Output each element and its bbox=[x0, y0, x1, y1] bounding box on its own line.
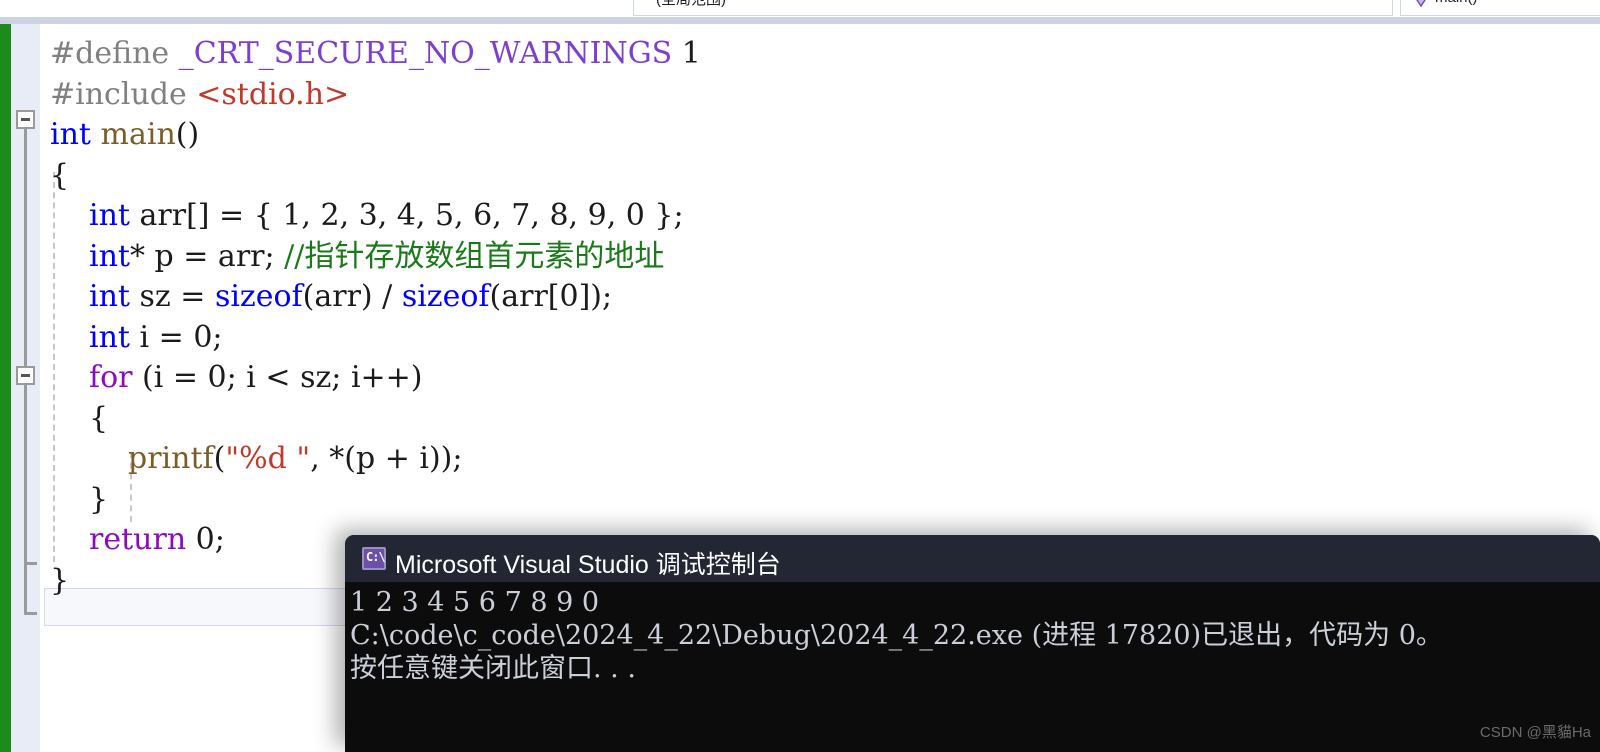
console-title-bar[interactable]: C:\ Microsoft Visual Studio 调试控制台 bbox=[345, 535, 1600, 582]
code-token: } bbox=[50, 562, 70, 598]
code-token: int bbox=[89, 319, 130, 355]
code-token: int bbox=[50, 117, 91, 152]
code-line: printf("%d ", *(p + i)); bbox=[128, 439, 463, 479]
code-line: int main() bbox=[50, 115, 199, 155]
code-token: <stdio.h> bbox=[196, 76, 350, 112]
scope-dropdown-label: (全局范围) bbox=[656, 0, 726, 9]
code-token: ( bbox=[213, 441, 226, 476]
code-line: { bbox=[50, 156, 69, 196]
member-dropdown-label: main() bbox=[1435, 0, 1478, 6]
collapse-toggle-for[interactable] bbox=[16, 366, 35, 385]
code-token: arr[] = { 1, 2, 3, 4, 5, 6, 7, 8, 9, 0 }… bbox=[129, 198, 684, 233]
toolbar-divider bbox=[0, 17, 1600, 24]
console-output-line: C:\code\c_code\2024_4_22\Debug\2024_4_22… bbox=[350, 620, 1443, 651]
change-indicator-bar bbox=[0, 24, 11, 752]
code-token: //指针存放数组首元素的地址 bbox=[284, 238, 665, 274]
code-token: _CRT_SECURE_NO_WARNINGS bbox=[178, 36, 673, 71]
code-token: int bbox=[89, 279, 130, 314]
code-token: int bbox=[89, 238, 130, 274]
code-token: , *(p + i)); bbox=[310, 441, 463, 476]
code-token: i = 0; bbox=[129, 319, 223, 355]
console-output[interactable]: 1 2 3 4 5 6 7 8 9 0 C:\code\c_code\2024_… bbox=[345, 582, 1600, 752]
code-token: (arr[0]); bbox=[489, 279, 613, 314]
collapse-toggle-main[interactable] bbox=[16, 110, 35, 129]
code-line: for (i = 0; i < sz; i++) bbox=[89, 358, 423, 398]
code-token: #define bbox=[50, 36, 179, 71]
code-line: #define _CRT_SECURE_NO_WARNINGS 1 bbox=[50, 34, 701, 74]
outline-guide-main-end bbox=[24, 562, 27, 614]
code-token: return bbox=[89, 522, 187, 557]
outline-guide-main-close bbox=[24, 612, 37, 615]
console-cmd-icon: C:\ bbox=[362, 547, 386, 570]
code-token: main bbox=[100, 117, 176, 152]
code-token: * p = arr; bbox=[129, 238, 285, 274]
code-line: return 0; bbox=[89, 520, 225, 560]
code-line: { bbox=[89, 399, 108, 439]
scope-dropdown[interactable]: (全局范围) bbox=[633, 0, 1393, 16]
code-token: printf bbox=[128, 441, 214, 476]
editor-navigation-bar: (全局范围) main() bbox=[0, 0, 1600, 17]
code-token: } bbox=[89, 481, 109, 517]
code-token: int bbox=[89, 198, 130, 233]
code-line: int i = 0; bbox=[89, 318, 223, 358]
csdn-watermark: CSDN @黑貓Ha bbox=[1479, 724, 1591, 741]
code-token: 1 bbox=[672, 36, 701, 71]
code-token: sizeof bbox=[214, 279, 303, 314]
code-line: } bbox=[89, 480, 108, 520]
code-token: for bbox=[89, 360, 133, 395]
debug-console-window[interactable]: C:\ Microsoft Visual Studio 调试控制台 1 2 3 … bbox=[345, 535, 1600, 752]
member-dropdown[interactable]: main() bbox=[1400, 0, 1600, 16]
code-line: int arr[] = { 1, 2, 3, 4, 5, 6, 7, 8, 9,… bbox=[89, 196, 684, 236]
code-token: sz = bbox=[129, 279, 215, 314]
method-icon bbox=[1411, 0, 1431, 10]
console-output-line: 按任意键关闭此窗口. . . bbox=[350, 653, 636, 684]
code-line: #include <stdio.h> bbox=[50, 75, 349, 115]
code-token: { bbox=[89, 400, 109, 436]
code-line: } bbox=[50, 561, 69, 601]
editor-gutter[interactable] bbox=[11, 24, 40, 752]
code-line: int sz = sizeof(arr) / sizeof(arr[0]); bbox=[89, 277, 612, 317]
code-token: () bbox=[175, 117, 200, 152]
code-token: (arr) / bbox=[302, 279, 402, 314]
code-token: "%d " bbox=[225, 441, 311, 476]
code-line: int* p = arr; //指针存放数组首元素的地址 bbox=[89, 237, 664, 277]
code-token: { bbox=[50, 157, 70, 193]
outline-guide-main bbox=[24, 129, 27, 562]
code-token: sizeof bbox=[401, 279, 490, 314]
code-token: (i = 0; i < sz; i++) bbox=[132, 360, 423, 395]
code-token: #include bbox=[50, 76, 197, 112]
code-token: 0; bbox=[186, 522, 225, 557]
console-title-label: Microsoft Visual Studio 调试控制台 bbox=[395, 551, 781, 579]
console-output-line: 1 2 3 4 5 6 7 8 9 0 bbox=[350, 587, 600, 618]
